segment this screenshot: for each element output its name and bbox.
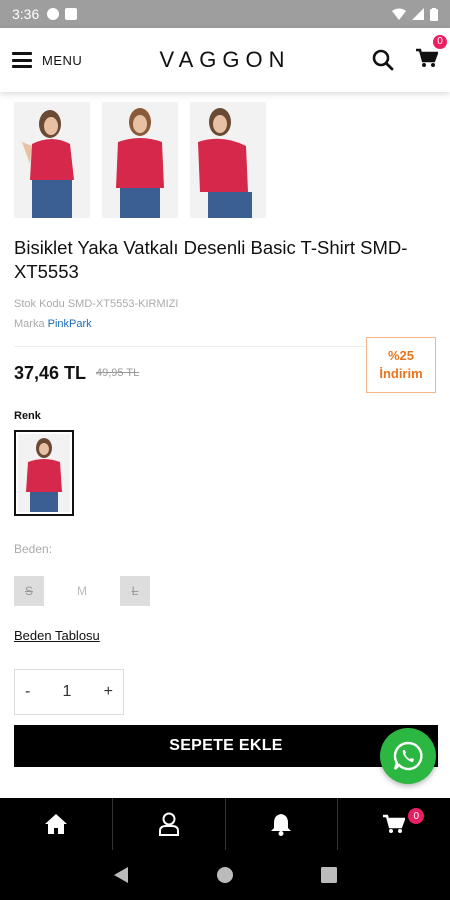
search-icon[interactable] xyxy=(372,49,394,71)
status-bar: 3:36 xyxy=(0,0,450,28)
quantity-decrease-button[interactable]: - xyxy=(25,683,30,701)
nav-cart-count-badge: 0 xyxy=(408,808,425,824)
brand-logo[interactable]: VAGGON xyxy=(160,47,291,73)
brand-row: Marka PinkPark xyxy=(0,318,450,330)
product-thumbnail[interactable] xyxy=(190,102,266,218)
quantity-value[interactable]: 1 xyxy=(63,683,72,701)
menu-label: MENU xyxy=(42,52,83,68)
menu-icon xyxy=(12,52,32,68)
signal-icon xyxy=(412,8,424,20)
quantity-increase-button[interactable]: + xyxy=(104,683,113,701)
product-detail: Bisiklet Yaka Vatkalı Desenli Basic T-Sh… xyxy=(0,92,450,798)
product-title: Bisiklet Yaka Vatkalı Desenli Basic T-Sh… xyxy=(14,237,408,282)
color-swatch-selected[interactable] xyxy=(14,430,74,516)
product-thumbnail[interactable] xyxy=(14,102,90,218)
brand-link[interactable]: PinkPark xyxy=(48,318,92,330)
wifi-icon xyxy=(392,8,406,20)
cart-icon xyxy=(416,48,439,67)
size-options: S M L xyxy=(0,576,450,606)
cart-button[interactable]: 0 xyxy=(416,33,448,73)
discount-badge: %25 İndirim xyxy=(366,337,436,393)
app-header: MENU VAGGON 0 xyxy=(0,28,450,92)
nav-account[interactable] xyxy=(113,798,226,850)
bottom-navigation: 0 xyxy=(0,798,450,850)
cart-count-badge: 0 xyxy=(432,33,448,50)
home-icon xyxy=(44,814,67,834)
back-icon[interactable] xyxy=(113,866,129,884)
stock-code-label: Stok Kodu xyxy=(14,298,65,310)
sd-card-icon xyxy=(65,8,78,20)
size-label: Beden: xyxy=(14,542,53,556)
system-navigation-bar xyxy=(0,850,450,900)
menu-button[interactable]: MENU xyxy=(12,52,82,68)
cart-icon xyxy=(383,814,406,833)
brand-label: Marka xyxy=(14,318,45,330)
nav-cart[interactable]: 0 xyxy=(338,798,450,850)
quantity-stepper: - 1 + xyxy=(14,669,124,715)
color-label: Renk xyxy=(14,410,41,422)
stock-code-value: SMD-XT5553-KIRMIZI xyxy=(67,298,179,310)
notification-icon xyxy=(47,8,60,20)
battery-icon xyxy=(430,7,438,21)
add-to-cart-button[interactable]: SEPETE EKLE xyxy=(14,725,438,767)
discount-label: İndirim xyxy=(379,366,423,381)
stock-code-row: Stok Kodu SMD-XT5553-KIRMIZI xyxy=(0,298,450,310)
discount-percent: %25 xyxy=(387,348,415,363)
size-option-l[interactable]: L xyxy=(120,576,150,606)
whatsapp-button[interactable] xyxy=(380,728,436,784)
product-thumbnails xyxy=(0,92,450,218)
bell-icon xyxy=(271,814,292,836)
nav-notifications[interactable] xyxy=(226,798,339,850)
recents-icon[interactable] xyxy=(320,867,337,883)
current-price: 37,46 TL xyxy=(14,363,87,383)
old-price: 49,95 TL xyxy=(96,367,140,379)
size-table-link[interactable]: Beden Tablosu xyxy=(14,628,100,643)
user-icon xyxy=(158,812,179,836)
nav-home[interactable] xyxy=(0,798,113,850)
home-circle-icon[interactable] xyxy=(216,866,234,884)
status-time: 3:36 xyxy=(12,6,40,22)
size-option-m[interactable]: M xyxy=(54,576,110,606)
size-option-s[interactable]: S xyxy=(14,576,44,606)
price-row: 37,46 TL 49,95 TL %25 İndirim xyxy=(14,337,436,404)
whatsapp-icon xyxy=(393,741,423,771)
product-thumbnail[interactable] xyxy=(102,102,178,218)
